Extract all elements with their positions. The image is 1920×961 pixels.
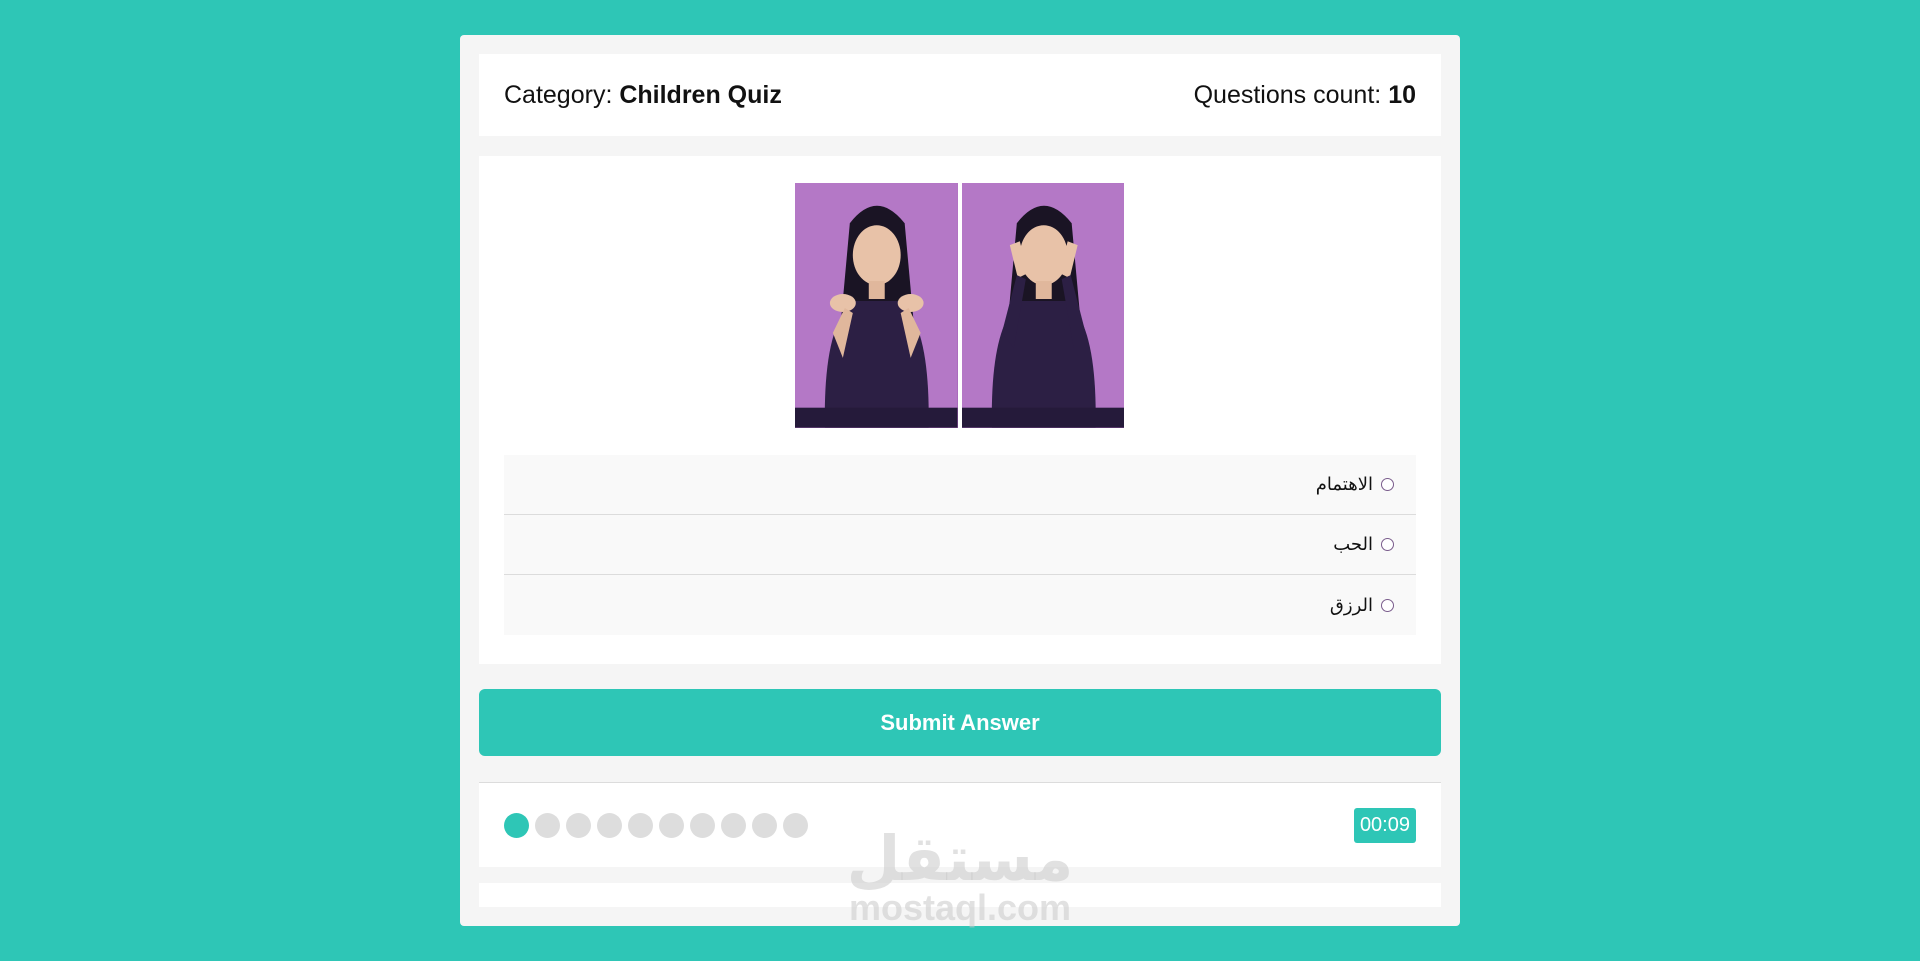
- sign-photo-1: [795, 183, 958, 428]
- answer-label: الاهتمام: [1315, 474, 1373, 495]
- question-image: [795, 183, 1124, 428]
- bullet-9: [752, 812, 777, 838]
- countdown-timer: 00:09: [1353, 807, 1416, 843]
- radio-button[interactable]: [1381, 598, 1394, 612]
- bullet-8: [721, 812, 746, 838]
- results-area: [479, 883, 1441, 907]
- bullet-7: [690, 812, 715, 838]
- bullet-5: [628, 812, 653, 838]
- answer-option-3[interactable]: الرزق: [504, 575, 1416, 635]
- answer-option-1[interactable]: الاهتمام: [504, 455, 1416, 515]
- answers-area: الاهتمام الحب الرزق: [504, 455, 1416, 635]
- category-value: Children Quiz: [619, 80, 782, 109]
- quiz-app: Category: Children Quiz Questions count:…: [460, 35, 1460, 926]
- bullet-6: [659, 812, 684, 838]
- sign-photo-2: [961, 183, 1124, 428]
- answer-label: الرزق: [1329, 594, 1373, 616]
- question-bullets: [504, 812, 808, 838]
- count-label: Questions count:: [1193, 80, 1382, 109]
- progress-bar: 00:09: [479, 782, 1441, 867]
- radio-button[interactable]: [1381, 478, 1394, 491]
- quiz-info-bar: Category: Children Quiz Questions count:…: [479, 54, 1441, 136]
- bullet-4: [597, 812, 622, 838]
- count-value: 10: [1388, 80, 1416, 109]
- bullet-1: [504, 812, 529, 838]
- category-label: Category:: [504, 80, 613, 109]
- quiz-area: الاهتمام الحب الرزق: [479, 156, 1441, 664]
- radio-button[interactable]: [1381, 538, 1394, 551]
- bullet-2: [535, 812, 560, 838]
- bullet-10: [783, 812, 808, 838]
- answer-option-2[interactable]: الحب: [504, 515, 1416, 575]
- category: Category: Children Quiz: [504, 81, 782, 110]
- questions-count: Questions count: 10: [1194, 81, 1416, 110]
- answer-label: الحب: [1333, 534, 1373, 555]
- submit-answer-button[interactable]: Submit Answer: [479, 689, 1441, 756]
- bullet-3: [566, 812, 591, 838]
